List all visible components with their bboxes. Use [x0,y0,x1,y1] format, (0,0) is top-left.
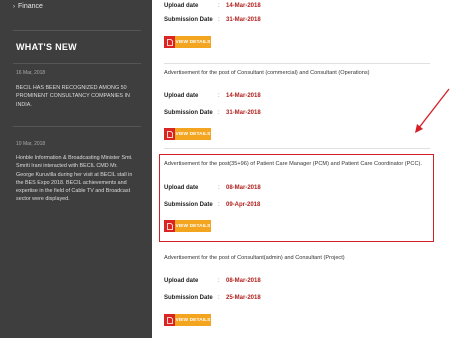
submission-date-value: 09-Apr-2018 [226,202,261,208]
upload-date-row: Upload date : 08-Mar-2018 [164,278,261,284]
item-divider [164,148,430,149]
sidebar-divider [13,30,141,31]
pdf-icon [164,128,175,140]
news-text[interactable]: Honble Information & Broadcasting Minist… [16,154,136,204]
item-divider [164,63,430,64]
submission-date-row: Submission Date : 31-Mar-2018 [164,110,261,116]
view-details-button[interactable]: VIEW DETAILS [164,314,211,326]
news-date: 16 Mar, 2018 [16,70,46,76]
item-title[interactable]: Advertisement for the post of Consultant… [164,255,345,261]
submission-date-row: Submission Date : 31-Mar-2018 [164,17,261,23]
sidebar: › Finance WHAT'S NEW 16 Mar, 2018 BECIL … [0,0,152,338]
submission-date-value: 31-Mar-2018 [226,110,261,116]
upload-date-row: Upload date : 14-Mar-2018 [164,93,261,99]
view-details-button[interactable]: VIEW DETAILS [164,128,211,140]
upload-date-value: 14-Mar-2018 [226,3,261,9]
view-details-button[interactable]: VIEW DETAILS [164,220,211,232]
news-text[interactable]: BECIL HAS BEEN RECOGNIZED AMONG 50 PROMI… [16,84,136,109]
upload-date-row: Upload date : 08-Mar-2018 [164,185,261,191]
submission-date-value: 31-Mar-2018 [226,17,261,23]
annotation-arrow-icon [415,88,450,133]
sidebar-divider [13,126,141,127]
sidebar-link-finance[interactable]: › Finance [13,3,43,10]
upload-date-value: 08-Mar-2018 [226,185,261,191]
tender-list: Upload date : 14-Mar-2018 Submission Dat… [152,0,451,338]
submission-date-row: Submission Date : 09-Apr-2018 [164,202,261,208]
whats-new-heading: WHAT'S NEW [16,42,77,52]
sidebar-divider [13,63,141,64]
item-title[interactable]: Advertisement for the post(35+96) of Pat… [164,161,422,167]
view-details-button[interactable]: VIEW DETAILS [164,36,211,48]
pdf-icon [164,36,175,48]
item-title[interactable]: Advertisement for the post of Consultant… [164,70,370,76]
chevron-right-icon: › [13,3,15,10]
upload-date-value: 14-Mar-2018 [226,93,261,99]
pdf-icon [164,314,175,326]
sidebar-link-label: Finance [18,3,43,10]
news-date: 10 Mar, 2018 [16,141,46,147]
submission-date-value: 25-Mar-2018 [226,295,261,301]
upload-date-value: 08-Mar-2018 [226,278,261,284]
pdf-icon [164,220,175,232]
submission-date-row: Submission Date : 25-Mar-2018 [164,295,261,301]
upload-date-row: Upload date : 14-Mar-2018 [164,3,261,9]
